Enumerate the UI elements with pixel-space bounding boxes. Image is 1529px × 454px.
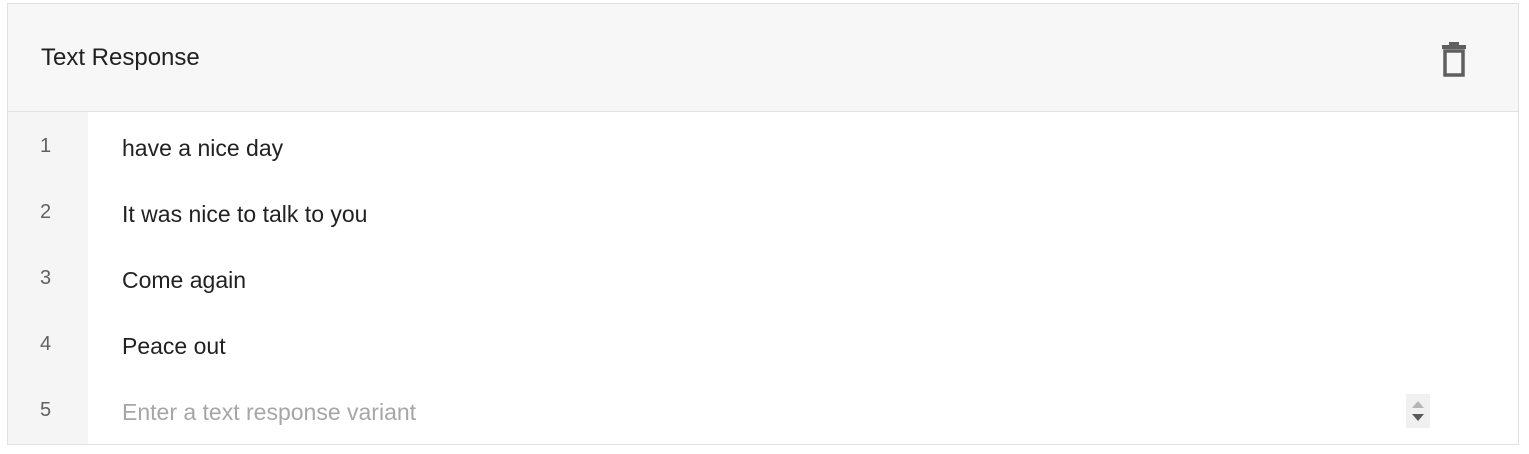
response-variant-input[interactable] [122, 260, 1438, 300]
row-number: 3 [40, 267, 52, 289]
up-down-arrows-icon [1406, 394, 1430, 428]
response-row: 1 [8, 112, 1518, 178]
response-variant-input[interactable] [122, 326, 1438, 366]
delete-button[interactable] [1438, 42, 1470, 78]
response-row: 4 [8, 310, 1518, 376]
row-number: 5 [40, 399, 52, 421]
card-header: Text Response [8, 4, 1518, 112]
trash-icon [1442, 42, 1466, 77]
text-response-card: Text Response 1 2 3 4 5 [7, 3, 1519, 445]
response-row: 3 [8, 244, 1518, 310]
row-number: 4 [40, 333, 52, 355]
resize-stepper[interactable] [1406, 394, 1430, 428]
row-number: 1 [40, 135, 52, 157]
new-response-variant-input[interactable] [122, 392, 1438, 432]
response-variant-input[interactable] [122, 194, 1438, 234]
response-row: 5 [8, 376, 1518, 442]
response-variant-input[interactable] [122, 128, 1438, 168]
row-number: 2 [40, 201, 52, 223]
response-row: 2 [8, 178, 1518, 244]
card-title: Text Response [41, 44, 200, 71]
